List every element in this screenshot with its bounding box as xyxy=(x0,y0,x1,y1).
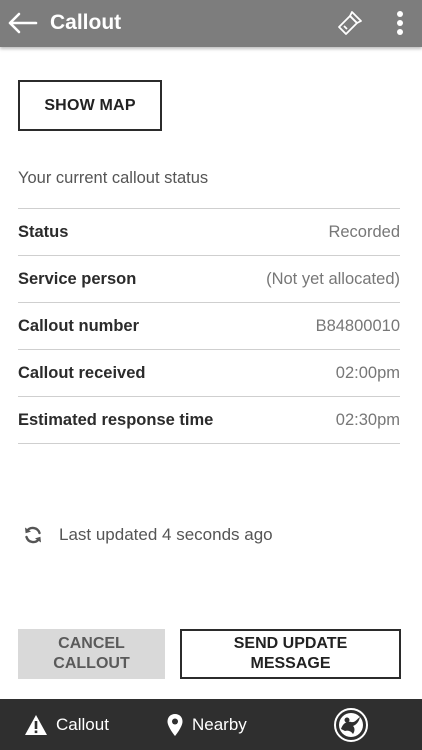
more-options-button[interactable] xyxy=(388,8,412,38)
callout-received-row: Callout received 02:00pm xyxy=(18,350,400,397)
send-update-message-button[interactable]: SEND UPDATE MESSAGE xyxy=(180,629,401,679)
nav-item-callout[interactable]: Callout xyxy=(24,699,109,750)
estimated-response-label: Estimated response time xyxy=(18,411,214,429)
callout-number-label: Callout number xyxy=(18,317,140,335)
callout-received-label: Callout received xyxy=(18,364,146,382)
bottom-nav: Callout Nearby xyxy=(0,699,422,750)
location-pin-icon xyxy=(166,713,184,737)
back-button[interactable] xyxy=(7,8,39,38)
estimated-response-value: 02:30pm xyxy=(335,410,400,429)
status-table: Status Recorded Service person (Not yet … xyxy=(18,208,400,444)
app-bar: Callout xyxy=(0,0,422,47)
nav-label-nearby: Nearby xyxy=(192,714,247,734)
status-row: Status Recorded xyxy=(18,209,400,256)
show-map-button[interactable]: SHOW MAP xyxy=(18,80,162,131)
nav-label-callout: Callout xyxy=(56,714,109,734)
last-updated-text: Last updated 4 seconds ago xyxy=(59,525,273,544)
last-updated: Last updated 4 seconds ago xyxy=(22,522,273,548)
warning-icon xyxy=(24,714,48,736)
page-title: Callout xyxy=(50,11,122,34)
service-person-value: (Not yet allocated) xyxy=(266,269,400,288)
callout-received-value: 02:00pm xyxy=(335,363,400,382)
arrow-left-icon xyxy=(8,12,38,34)
more-vert-icon xyxy=(397,11,403,35)
flashlight-button[interactable] xyxy=(334,8,366,38)
service-person-label: Service person xyxy=(18,270,137,288)
callout-number-value: B84800010 xyxy=(315,316,400,335)
service-person-row: Service person (Not yet allocated) xyxy=(18,256,400,303)
callout-number-row: Callout number B84800010 xyxy=(18,303,400,350)
estimated-response-row: Estimated response time 02:30pm xyxy=(18,397,400,444)
nav-item-nearby[interactable]: Nearby xyxy=(166,699,247,750)
cancel-callout-button[interactable]: CANCEL CALLOUT xyxy=(18,629,165,679)
status-intro: Your current callout status xyxy=(18,169,209,187)
refresh-icon[interactable] xyxy=(22,524,44,546)
flashlight-icon xyxy=(338,11,362,35)
status-value: Recorded xyxy=(328,222,400,241)
holden-logo-icon[interactable] xyxy=(333,707,369,743)
status-label: Status xyxy=(18,223,69,241)
